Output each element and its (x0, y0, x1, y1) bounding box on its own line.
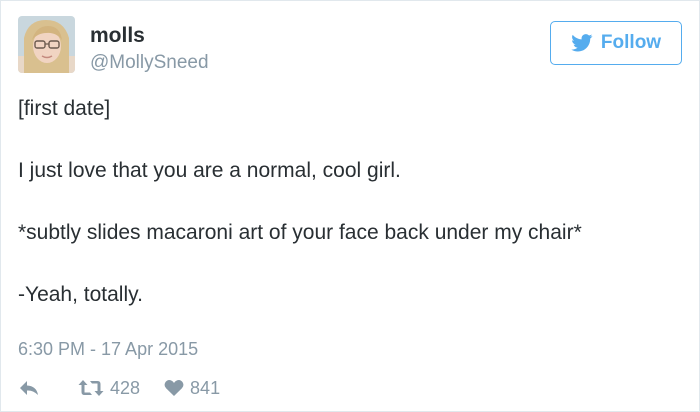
tweet-line: *subtly slides macaroni art of your face… (18, 221, 582, 244)
retweet-button[interactable]: 428 (78, 378, 140, 399)
heart-icon (164, 379, 184, 396)
timestamp[interactable]: 6:30 PM - 17 Apr 2015 (18, 340, 198, 358)
display-name[interactable]: molls (90, 25, 145, 46)
tweet-line: I just love that you are a normal, cool … (18, 159, 401, 182)
tweet-actions: 428 841 (18, 376, 220, 400)
follow-button[interactable]: Follow (550, 21, 682, 65)
follow-label: Follow (600, 32, 662, 53)
avatar[interactable] (18, 16, 75, 73)
tweet-line: [first date] (18, 97, 111, 120)
tweet-text: [first date] I just love that you are a … (18, 98, 688, 305)
retweet-count: 428 (110, 377, 141, 398)
like-button[interactable]: 841 (164, 378, 220, 399)
screen-name[interactable]: @MollySneed (90, 53, 209, 72)
tweet-line: -Yeah, totally. (18, 283, 143, 306)
tweet-card: molls @MollySneed Follow [first date] I … (0, 0, 700, 412)
reply-button[interactable] (18, 379, 40, 397)
avatar-image (18, 16, 75, 73)
twitter-bird-icon (571, 34, 593, 52)
reply-icon (20, 381, 38, 395)
like-count: 841 (190, 377, 221, 398)
retweet-icon (78, 380, 104, 396)
